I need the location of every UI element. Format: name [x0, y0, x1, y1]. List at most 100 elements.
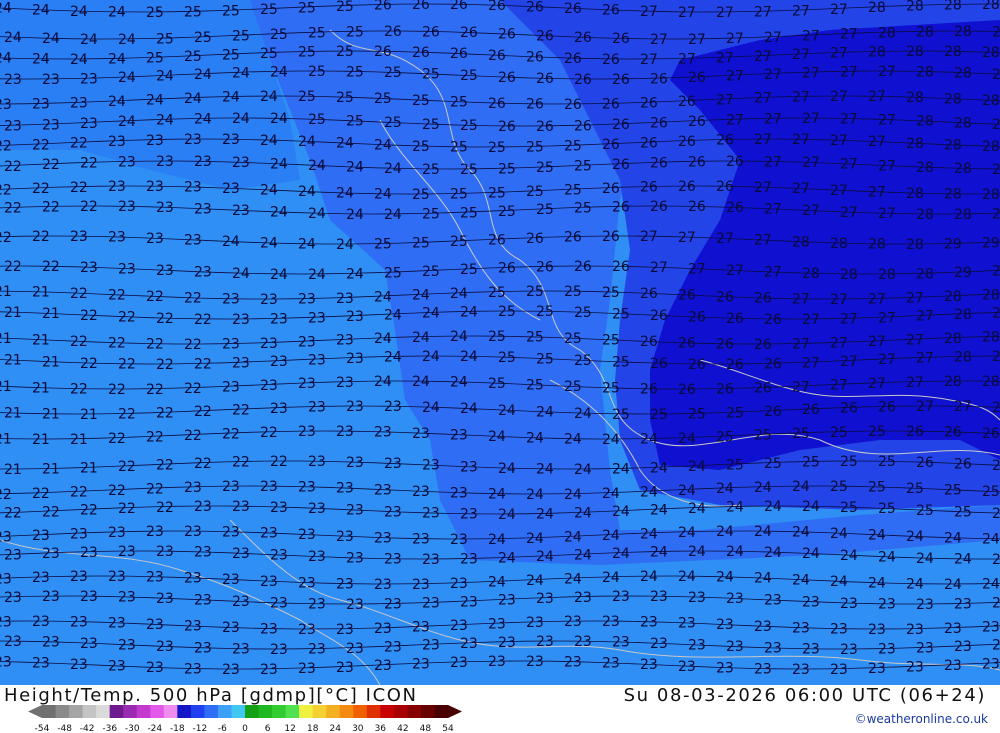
contour-label: 23: [232, 594, 250, 610]
contour-label: 22: [70, 485, 88, 501]
contour-label: 23: [374, 577, 392, 593]
contour-label: 23: [0, 530, 12, 546]
contour-label: 28: [992, 117, 1000, 133]
contour-label: 23: [194, 545, 212, 561]
contour-label: 25: [602, 381, 620, 397]
contour-label: 23: [184, 132, 202, 148]
contour-label: 27: [726, 263, 744, 279]
contour-label: 28: [954, 307, 972, 323]
contour-label: 26: [612, 157, 630, 173]
contour-label: 26: [526, 0, 544, 15]
contour-label: 26: [460, 25, 478, 41]
contour-label: 23: [260, 479, 278, 495]
contour-label: 26: [612, 200, 630, 216]
contour-label: 26: [716, 337, 734, 353]
contour-label: 28: [802, 266, 820, 282]
contour-label: 26: [726, 311, 744, 327]
legend-color-box: [299, 705, 314, 718]
contour-label: 24: [688, 459, 706, 475]
contour-label: 23: [80, 116, 98, 132]
contour-label: 25: [650, 407, 668, 423]
contour-label: 24: [602, 432, 620, 448]
contour-label: 26: [650, 71, 668, 87]
contour-label: 22: [32, 181, 50, 197]
credit-link[interactable]: ©weatheronline.co.uk: [855, 712, 988, 726]
contour-label: 27: [916, 399, 934, 415]
contour-label: 24: [716, 481, 734, 497]
contour-label: 24: [564, 530, 582, 546]
contour-label: 25: [982, 484, 1000, 500]
contour-label: 27: [792, 337, 810, 353]
contour-label: 27: [764, 202, 782, 218]
contour-label: 27: [840, 157, 858, 173]
contour-label: 23: [422, 638, 440, 654]
contour-label: 27: [916, 309, 934, 325]
contour-label: 23: [108, 569, 126, 585]
contour-label: 23: [32, 528, 50, 544]
contour-label: 27: [906, 375, 924, 391]
contour-label: 21: [4, 462, 22, 478]
contour-label: 26: [954, 456, 972, 472]
contour-label: 24: [488, 575, 506, 591]
contour-label: 25: [450, 187, 468, 203]
legend-color-box: [245, 705, 260, 718]
contour-label: 25: [336, 0, 354, 15]
contour-label: 24: [384, 207, 402, 223]
contour-label: 24: [32, 2, 50, 18]
contour-label: 23: [194, 201, 212, 217]
contour-label: 27: [878, 310, 896, 326]
legend-tick-label: 18: [307, 724, 319, 733]
contour-label: 26: [754, 291, 772, 307]
contour-label: 27: [802, 155, 820, 171]
contour-label: 23: [222, 662, 240, 678]
contour-label: 23: [156, 200, 174, 216]
contour-label: 24: [270, 267, 288, 283]
contour-label: 26: [526, 50, 544, 66]
contour-label: 23: [878, 642, 896, 658]
contour-label: 24: [840, 548, 858, 564]
contour-label: 24: [640, 569, 658, 585]
contour-label: 26: [536, 260, 554, 276]
contour-label: 27: [916, 351, 934, 367]
contour-label: 26: [412, 45, 430, 61]
contour-label: 23: [194, 593, 212, 609]
contour-label: 28: [954, 161, 972, 177]
contour-label: 23: [716, 660, 734, 676]
contour-label: 25: [602, 285, 620, 301]
contour-label: 23: [4, 119, 22, 135]
contour-label: 26: [498, 261, 516, 277]
contour-label: 26: [574, 30, 592, 46]
contour-label: 27: [840, 205, 858, 221]
contour-label: 24: [526, 573, 544, 589]
contour-label: 28: [906, 136, 924, 152]
contour-label: 23: [232, 312, 250, 328]
contour-label: 24: [108, 52, 126, 68]
contour-label: 22: [146, 382, 164, 398]
contour-label: 25: [298, 45, 316, 61]
contour-label: 28: [982, 288, 1000, 304]
contour-label: 25: [232, 29, 250, 45]
contour-label: 27: [688, 32, 706, 48]
legend-color-box: [312, 705, 327, 718]
contour-label: 25: [954, 505, 972, 521]
contour-label: 28: [992, 306, 1000, 322]
contour-label: 25: [498, 304, 516, 320]
contour-label: 27: [840, 64, 858, 80]
contour-label: 25: [574, 305, 592, 321]
contour-label: 22: [42, 200, 60, 216]
contour-label: 26: [716, 289, 734, 305]
contour-label: 23: [336, 375, 354, 391]
contour-label: 24: [384, 161, 402, 177]
contour-label: 22: [118, 501, 136, 517]
contour-label: 23: [146, 524, 164, 540]
legend-color-box: [42, 705, 57, 718]
contour-label: 25: [298, 0, 316, 16]
contour-label: 25: [488, 376, 506, 392]
contour-label: 23: [726, 639, 744, 655]
contour-label: 24: [298, 184, 316, 200]
contour-label: 26: [688, 310, 706, 326]
contour-label: 24: [0, 1, 12, 17]
contour-label: 22: [0, 139, 12, 155]
contour-label: 24: [612, 504, 630, 520]
contour-label: 27: [878, 64, 896, 80]
